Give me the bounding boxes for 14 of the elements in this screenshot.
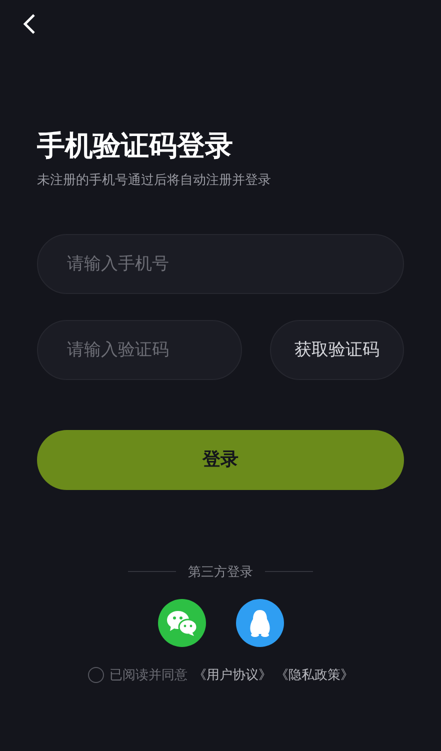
code-field[interactable]: 请输入验证码 bbox=[37, 320, 242, 380]
third-party-label: 第三方登录 bbox=[188, 562, 253, 580]
agreement-text: 已阅读并同意 bbox=[110, 666, 188, 684]
agreement-checkbox[interactable] bbox=[88, 666, 104, 683]
login-button[interactable]: 登录 bbox=[37, 430, 404, 490]
page-title: 手机验证码登录 bbox=[37, 129, 234, 163]
subtitle: 未注册的手机号通过后将自动注册并登录 bbox=[37, 171, 272, 189]
agreement-link[interactable]: 《隐私政策》 bbox=[276, 665, 354, 684]
get-code-button[interactable]: 获取验证码 bbox=[270, 320, 404, 380]
back-icon bbox=[22, 13, 36, 35]
chat-bubbles-icon[interactable] bbox=[158, 599, 206, 647]
penguin-icon[interactable] bbox=[236, 599, 284, 647]
agreement-link[interactable]: 《用户协议》 bbox=[194, 665, 272, 684]
phone-field[interactable]: 请输入手机号 bbox=[37, 234, 404, 294]
